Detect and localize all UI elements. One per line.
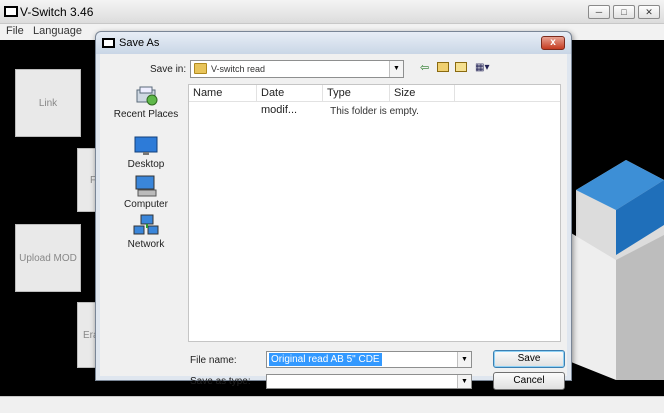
app-title: V-Switch 3.46 [20,5,94,19]
up-folder-icon[interactable] [437,62,449,72]
list-header: Name Date modif... Type Size [189,85,560,116]
computer-icon [135,175,157,197]
network-icon [133,214,159,235]
place-desktop[interactable]: Desktop [106,134,186,170]
menu-file[interactable]: File [6,25,24,37]
column-header-type[interactable]: Type [323,85,390,102]
place-label: Network [127,239,165,250]
back-icon[interactable]: ⇦ [420,62,429,74]
column-header-date[interactable]: Date modif... [257,85,323,116]
recent-places-icon [136,86,158,106]
close-icon: x [550,37,556,48]
place-label: Recent Places [113,109,179,120]
file-list[interactable]: Name Date modif... Type Size This folder… [188,84,561,342]
new-folder-icon[interactable] [455,62,467,72]
place-computer[interactable]: Computer [106,174,186,210]
place-recent-places[interactable]: Recent Places [106,84,186,120]
link-button[interactable]: Link [15,69,81,137]
place-label: Computer [124,199,168,210]
save-in-dropdown[interactable]: V-switch read ▼ [190,60,404,78]
save-as-type-label: Save as type: [190,376,251,387]
file-name-label: File name: [190,355,237,366]
dialog-body: Save in: V-switch read ▼ ⇦ ▦▾ Recent Pla… [100,54,567,390]
chevron-down-icon[interactable]: ▼ [389,61,403,77]
place-label: Desktop [127,159,165,170]
device-cube-graphic [566,160,664,380]
save-in-label: Save in: [150,64,187,75]
column-header-name[interactable]: Name [189,85,257,102]
close-icon: ✕ [645,7,653,17]
save-as-type-dropdown[interactable]: ▼ [266,374,472,389]
save-in-value: V-switch read [211,64,266,74]
places-bar: Recent Places Desktop Computer Network [106,84,186,339]
status-bar [0,396,664,413]
folder-icon [194,63,207,74]
place-network[interactable]: Network [106,214,186,250]
close-button[interactable]: ✕ [638,5,660,19]
restore-icon: □ [621,7,627,17]
minimize-icon: ─ [595,7,603,17]
desktop-icon [134,136,158,155]
view-menu-icon[interactable]: ▦▾ [475,62,489,74]
upload-mod-button[interactable]: Upload MOD [15,224,81,292]
save-button[interactable]: Save [493,350,565,368]
file-name-value: Original read AB 5" CDE [269,353,382,366]
dialog-app-icon [102,38,115,48]
save-as-dialog: Save As x Save in: V-switch read ▼ ⇦ ▦▾ … [95,31,572,390]
chevron-down-icon[interactable]: ▼ [457,375,471,388]
dialog-title: Save As [119,37,160,49]
dialog-titlebar[interactable]: Save As x [96,32,571,54]
cancel-button[interactable]: Cancel [493,372,565,390]
empty-folder-message: This folder is empty. [330,106,419,117]
chevron-down-icon[interactable]: ▼ [457,352,471,367]
app-icon [4,6,18,17]
menu-language[interactable]: Language [33,25,82,37]
column-header-size[interactable]: Size [390,85,455,102]
restore-button[interactable]: □ [613,5,635,19]
app-titlebar[interactable]: V-Switch 3.46 ─ □ ✕ [0,0,664,24]
file-name-input[interactable]: Original read AB 5" CDE ▼ [266,351,472,368]
dialog-close-button[interactable]: x [541,36,565,50]
minimize-button[interactable]: ─ [588,5,610,19]
